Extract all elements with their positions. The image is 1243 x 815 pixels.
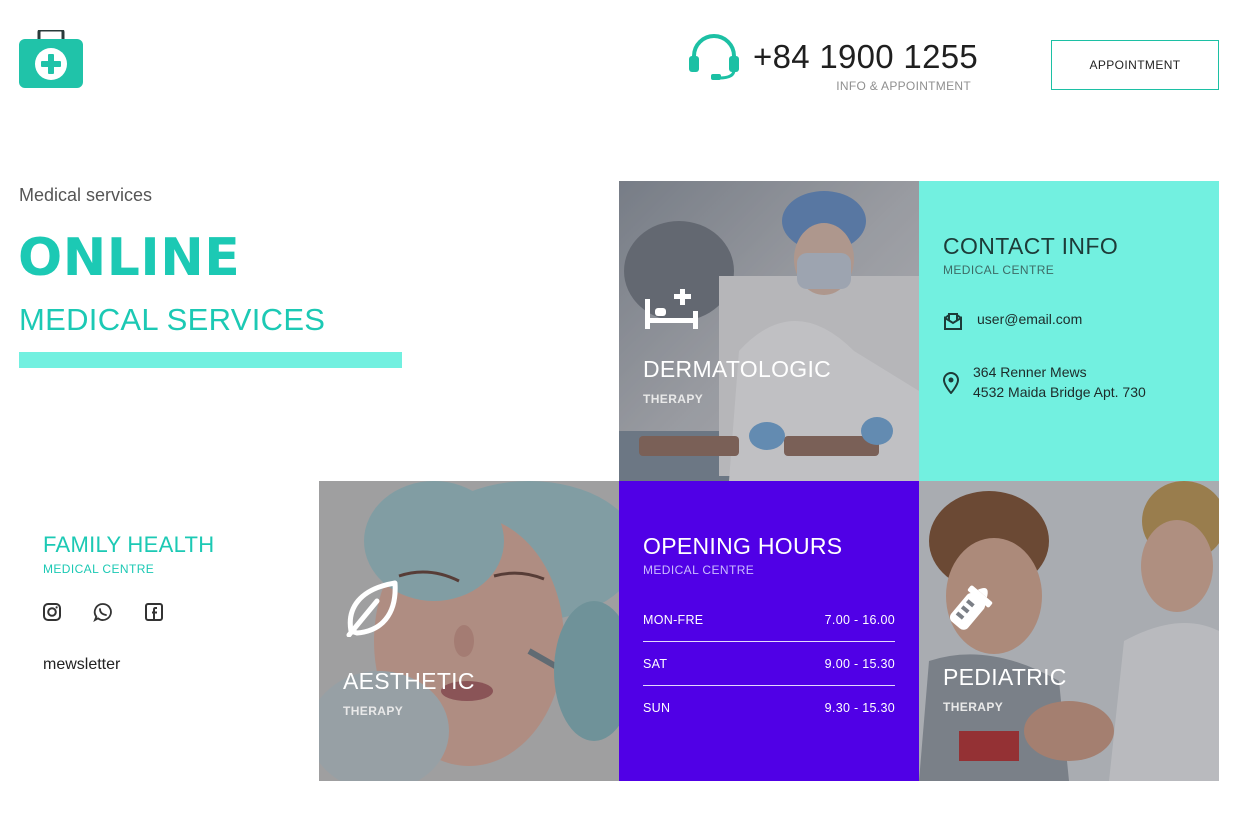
hours-time: 9.00 - 15.30 xyxy=(824,656,895,671)
facebook-icon[interactable] xyxy=(144,602,164,622)
aesthetic-subtitle: THERAPY xyxy=(343,704,404,718)
hours-time: 9.30 - 15.30 xyxy=(824,701,895,715)
envelope-icon xyxy=(944,313,962,330)
appointment-button[interactable]: APPOINTMENT xyxy=(1051,40,1219,90)
family-health-title: FAMILY HEALTH xyxy=(43,532,215,557)
hero-eyebrow: Medical services xyxy=(19,185,153,205)
family-health-subtitle: MEDICAL CENTRE xyxy=(43,562,155,576)
hours-day: SAT xyxy=(643,656,668,671)
newsletter-link[interactable]: mewsletter xyxy=(43,656,120,674)
hero-title: ONLINE xyxy=(18,228,241,288)
headset-icon xyxy=(689,34,739,80)
logo-first-aid-icon[interactable] xyxy=(19,28,83,88)
map-pin-icon xyxy=(943,372,959,394)
contact-title: CONTACT INFO xyxy=(943,233,1119,259)
hours-day: SUN xyxy=(643,701,671,715)
aesthetic-title: AESTHETIC xyxy=(343,668,475,694)
contact-address-row: 364 Renner Mews 4532 Maida Bridge Apt. 7… xyxy=(943,362,1146,402)
baby-bottle-icon xyxy=(943,577,1001,635)
hero-accent-bar xyxy=(19,352,402,368)
contact-email-row[interactable]: user@email.com xyxy=(943,311,1082,331)
opening-hours-card: OPENING HOURS MEDICAL CENTRE MON-FRE 7.0… xyxy=(619,481,919,781)
hours-title: OPENING HOURS xyxy=(643,533,843,559)
hero-subtitle: MEDICAL SERVICES xyxy=(19,302,326,337)
instagram-icon[interactable] xyxy=(42,602,62,622)
whatsapp-icon[interactable] xyxy=(93,602,113,623)
hospital-bed-icon xyxy=(643,285,701,343)
dermatologic-subtitle: THERAPY xyxy=(643,392,704,406)
address-line-1: 364 Renner Mews xyxy=(973,364,1087,380)
hours-row: SUN 9.30 - 15.30 xyxy=(643,686,895,730)
phone-number[interactable]: +84 1900 1255 xyxy=(753,38,978,76)
hours-row: MON-FRE 7.00 - 16.00 xyxy=(643,598,895,642)
hours-subtitle: MEDICAL CENTRE xyxy=(643,563,755,577)
service-card-pediatric[interactable]: PEDIATRIC THERAPY xyxy=(919,481,1219,781)
service-card-aesthetic[interactable]: AESTHETIC THERAPY xyxy=(319,481,619,781)
hours-day: MON-FRE xyxy=(643,612,704,627)
service-card-dermatologic[interactable]: DERMATOLOGIC THERAPY xyxy=(619,181,919,481)
hours-row: SAT 9.00 - 15.30 xyxy=(643,642,895,686)
pediatric-title: PEDIATRIC xyxy=(943,664,1067,690)
phone-subtitle: INFO & APPOINTMENT xyxy=(836,79,971,93)
address-line-2: 4532 Maida Bridge Apt. 730 xyxy=(973,384,1146,400)
contact-subtitle: MEDICAL CENTRE xyxy=(943,263,1055,277)
contact-email[interactable]: user@email.com xyxy=(977,311,1082,327)
leaf-icon xyxy=(343,579,401,638)
hours-time: 7.00 - 16.00 xyxy=(824,612,895,627)
pediatric-subtitle: THERAPY xyxy=(943,700,1004,714)
phone-contact[interactable]: +84 1900 1255 INFO & APPOINTMENT xyxy=(689,34,979,94)
dermatologic-title: DERMATOLOGIC xyxy=(643,356,832,382)
contact-info-card: CONTACT INFO MEDICAL CENTRE user@email.c… xyxy=(919,181,1219,481)
